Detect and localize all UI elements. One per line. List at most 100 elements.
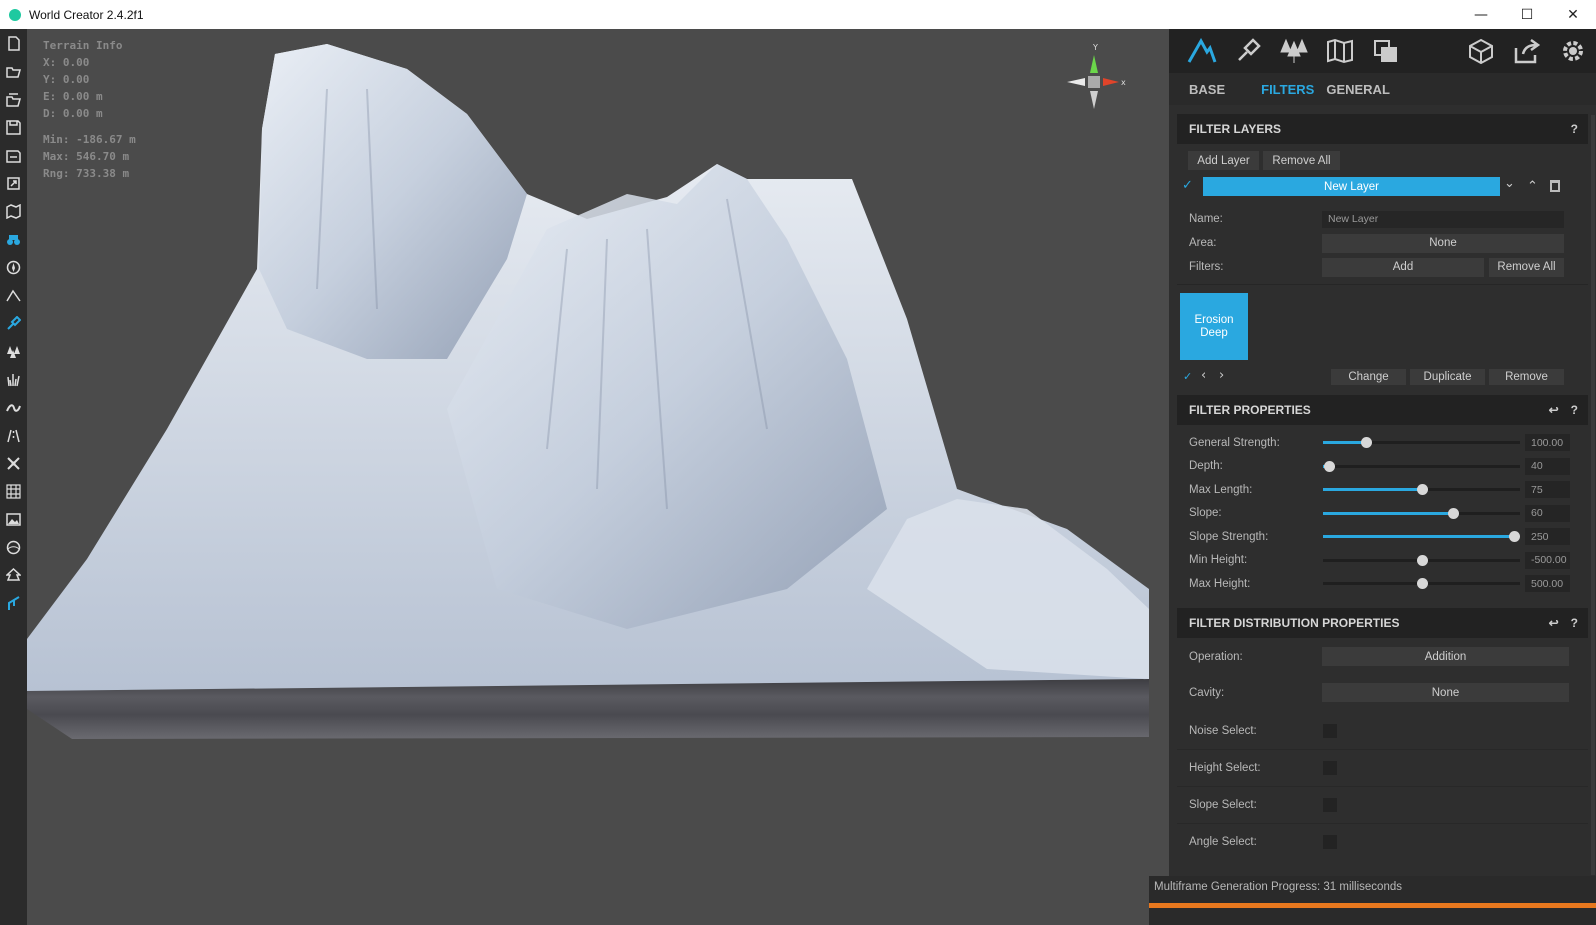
slider-track[interactable] xyxy=(1323,460,1520,472)
layers-mode-icon[interactable] xyxy=(1363,29,1409,73)
toolbar-map-button[interactable] xyxy=(0,197,27,225)
terrain-render xyxy=(27,44,1149,739)
toolbar-transform-button[interactable] xyxy=(0,449,27,477)
3d-object-icon[interactable] xyxy=(1458,29,1504,73)
noise-select-checkbox[interactable] xyxy=(1323,724,1337,738)
layer-area-label: Area: xyxy=(1189,237,1217,249)
filter-tile-erosion-deep[interactable]: Erosion Deep xyxy=(1180,293,1248,360)
map-mode-icon[interactable] xyxy=(1317,29,1363,73)
layer-enabled-check-icon[interactable]: ✓ xyxy=(1182,178,1193,193)
tab-filters[interactable]: FILTERS xyxy=(1261,82,1314,97)
slider-track[interactable] xyxy=(1323,578,1520,589)
toolbar-binoculars-button[interactable] xyxy=(0,225,27,253)
operation-select[interactable]: Addition xyxy=(1322,647,1569,666)
toolbar-image-button[interactable] xyxy=(0,505,27,533)
reset-arrow-icon[interactable]: ↩ xyxy=(1549,403,1559,417)
help-icon[interactable]: ? xyxy=(1571,122,1578,136)
transform-icon xyxy=(7,456,20,470)
angle-select-checkbox[interactable] xyxy=(1323,834,1337,849)
maximize-button[interactable]: ☐ xyxy=(1504,0,1550,29)
terrain-viewport[interactable]: Terrain Info X: 0.00 Y: 0.00 E: 0.00 m D… xyxy=(27,29,1169,925)
toolbar-brush-button[interactable] xyxy=(0,309,27,337)
river-icon xyxy=(6,403,21,412)
toolbar-river-button[interactable] xyxy=(0,393,27,421)
slider-value-input[interactable]: 60 xyxy=(1525,504,1570,522)
layer-item-new-layer[interactable]: New Layer xyxy=(1203,177,1500,196)
toolbar-sculpt-button[interactable] xyxy=(0,589,27,617)
next-filter-icon[interactable]: › xyxy=(1219,368,1224,383)
filter-enabled-check-icon[interactable]: ✓ xyxy=(1183,370,1192,383)
duplicate-filter-button[interactable]: Duplicate xyxy=(1410,369,1485,385)
toolbar-export-button[interactable] xyxy=(0,169,27,197)
change-filter-button[interactable]: Change xyxy=(1331,369,1406,385)
toolbar-navigation-button[interactable] xyxy=(0,253,27,281)
angle-select-row: Angle Select: xyxy=(1177,824,1588,860)
slope-select-checkbox[interactable] xyxy=(1323,797,1337,812)
toolbar-forest-button[interactable] xyxy=(0,337,27,365)
orientation-gizmo[interactable]: Y x xyxy=(1057,41,1137,121)
slider-handle[interactable] xyxy=(1416,578,1428,589)
slider-value-input[interactable]: 250 xyxy=(1525,528,1570,545)
slider-track[interactable] xyxy=(1323,484,1520,495)
area-select[interactable]: None xyxy=(1322,233,1564,253)
terrain-mode-icon[interactable] xyxy=(1179,29,1225,73)
minimize-button[interactable]: — xyxy=(1458,0,1504,29)
slider-track[interactable] xyxy=(1323,437,1520,448)
previous-filter-icon[interactable]: ‹ xyxy=(1201,368,1206,383)
slider-track[interactable] xyxy=(1323,531,1521,542)
toolbar-save-as-button[interactable] xyxy=(0,141,27,169)
navigation-icon xyxy=(6,260,21,274)
status-bar: Multiframe Generation Progress: 31 milli… xyxy=(1149,876,1596,925)
toolbar-tree-button[interactable] xyxy=(0,561,27,589)
reset-arrow-icon[interactable]: ↩ xyxy=(1549,616,1559,630)
delete-layer-icon[interactable] xyxy=(1550,180,1560,192)
toolbar-globe-button[interactable] xyxy=(0,533,27,561)
share-icon[interactable] xyxy=(1504,29,1550,73)
slider-track[interactable] xyxy=(1323,507,1520,519)
slider-handle[interactable] xyxy=(1323,460,1335,472)
toolbar-grid-button[interactable] xyxy=(0,477,27,505)
slider-value-input[interactable]: 100.00 xyxy=(1525,434,1570,451)
remove-all-filters-button[interactable]: Remove All xyxy=(1489,257,1564,277)
toolbar-save-button[interactable] xyxy=(0,113,27,141)
help-icon[interactable]: ? xyxy=(1571,403,1578,417)
move-up-icon[interactable]: ⌃ xyxy=(1527,179,1538,194)
slider-value-input[interactable]: 75 xyxy=(1525,481,1570,498)
tab-base[interactable]: BASE xyxy=(1189,82,1225,97)
remove-filter-button[interactable]: Remove xyxy=(1489,369,1564,385)
slider-handle[interactable] xyxy=(1448,507,1460,519)
slider-track[interactable] xyxy=(1323,554,1520,566)
toolbar-grass-button[interactable] xyxy=(0,365,27,393)
move-down-icon[interactable]: ⌄ xyxy=(1504,176,1515,191)
toolbar-terrain-button[interactable] xyxy=(0,281,27,309)
height-select-checkbox[interactable] xyxy=(1323,760,1337,775)
layer-name-input[interactable]: New Layer xyxy=(1322,210,1564,228)
cavity-select[interactable]: None xyxy=(1322,683,1569,702)
slider-label: Max Height: xyxy=(1189,577,1251,590)
toolbar-road-button[interactable] xyxy=(0,421,27,449)
add-filter-button[interactable]: Add xyxy=(1322,257,1484,277)
slider-handle[interactable] xyxy=(1361,437,1373,448)
add-layer-button[interactable]: Add Layer xyxy=(1188,151,1259,170)
panel-scrollbar[interactable] xyxy=(1591,115,1595,875)
slider-handle[interactable] xyxy=(1509,531,1521,542)
toolbar-new-file-button[interactable] xyxy=(0,29,27,57)
filter-layers-title: FILTER LAYERS xyxy=(1189,122,1282,136)
close-button[interactable]: ✕ xyxy=(1550,0,1596,29)
slider-value-input[interactable]: -500.00 xyxy=(1525,551,1570,569)
tree-icon xyxy=(6,567,21,581)
image-icon xyxy=(6,512,21,526)
remove-all-layers-button[interactable]: Remove All xyxy=(1263,151,1340,170)
globe-icon xyxy=(6,540,21,554)
filter-brush-icon[interactable] xyxy=(1225,29,1271,73)
toolbar-open-folder-button[interactable] xyxy=(0,57,27,85)
toolbar-open-recent-button[interactable] xyxy=(0,85,27,113)
settings-gear-icon[interactable] xyxy=(1550,29,1596,73)
tab-general[interactable]: GENERAL xyxy=(1326,82,1390,97)
slider-handle[interactable] xyxy=(1416,484,1428,495)
slider-value-input[interactable]: 500.00 xyxy=(1525,575,1570,592)
help-icon[interactable]: ? xyxy=(1571,616,1578,630)
forest-mode-icon[interactable] xyxy=(1271,29,1317,73)
slider-value-input[interactable]: 40 xyxy=(1525,457,1570,475)
slider-handle[interactable] xyxy=(1416,554,1428,566)
